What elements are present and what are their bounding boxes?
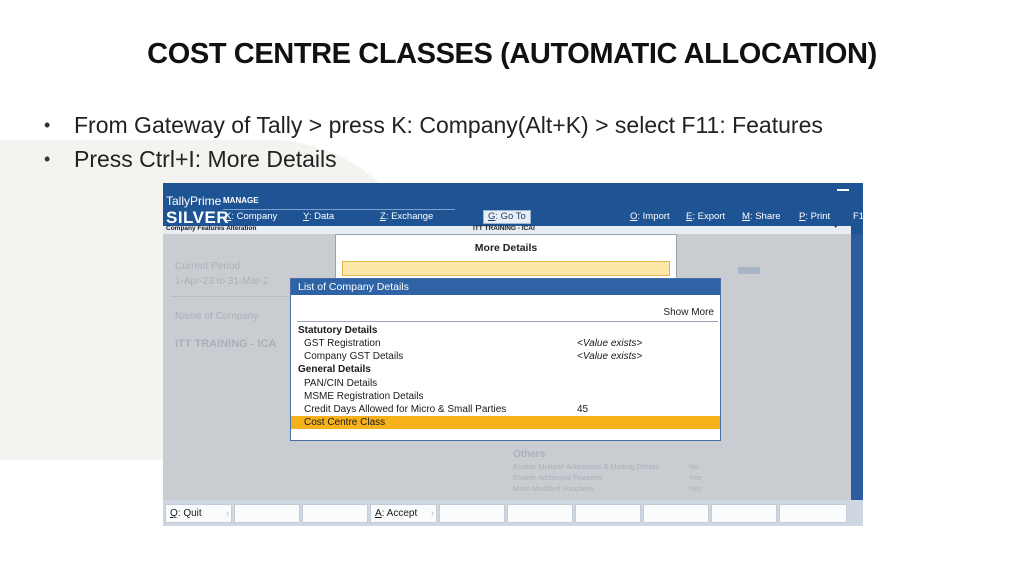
breadcrumb: Company Features Alteration xyxy=(166,225,257,232)
list-item-gst-registration[interactable]: GST Registration <Value exists> xyxy=(291,337,720,350)
list-item-msme[interactable]: MSME Registration Details xyxy=(291,390,720,403)
others-heading: Others xyxy=(513,449,546,460)
menu-goto[interactable]: G: Go To xyxy=(483,210,531,224)
menu-data[interactable]: Y: Data xyxy=(303,211,334,225)
company-value: ITT TRAINING - ICA xyxy=(175,338,277,350)
right-rail xyxy=(851,234,863,500)
function-button[interactable] xyxy=(779,504,847,523)
function-button[interactable] xyxy=(439,504,505,523)
function-button[interactable] xyxy=(507,504,573,523)
tally-sub-bar: Company Features Alteration ITT TRAINING… xyxy=(163,224,851,234)
list-item-company-gst-details[interactable]: Company GST Details <Value exists> xyxy=(291,350,720,363)
more-details-input[interactable] xyxy=(342,261,670,276)
menu-exchange[interactable]: Z: Exchange xyxy=(380,211,433,225)
tally-edition-label: MANAGE xyxy=(223,196,259,205)
other-value: Yes xyxy=(689,484,702,493)
more-details-title: More Details xyxy=(474,242,538,254)
period-label: Current Period xyxy=(175,261,241,272)
close-dot-icon[interactable]: • xyxy=(835,224,837,231)
menu-print[interactable]: P: Print xyxy=(799,211,830,225)
list-section-general: General Details xyxy=(298,364,371,375)
menu-underline xyxy=(223,209,455,210)
period-value: 1-Apr-23 to 31-Mar-2 xyxy=(175,276,269,287)
quit-button[interactable]: Q: Quit › xyxy=(165,504,232,523)
more-details-dialog: More Details xyxy=(335,234,677,282)
list-title: List of Company Details xyxy=(291,279,720,295)
menu-share[interactable]: M: Share xyxy=(742,211,781,225)
bullet-more-details: Press Ctrl+I: More Details xyxy=(44,142,823,176)
other-row: Enable Additional Features xyxy=(513,473,603,482)
menu-f1[interactable]: F1 xyxy=(853,211,863,225)
function-button[interactable] xyxy=(575,504,641,523)
list-item-cost-centre-class[interactable]: Cost Centre Class xyxy=(291,416,720,429)
other-row: Enable Multiple Addresses & Mailing Deta… xyxy=(513,462,660,471)
tally-brand: TallyPrime xyxy=(166,194,222,208)
bullet-gateway-path: From Gateway of Tally > press K: Company… xyxy=(44,108,823,142)
instruction-bullets: From Gateway of Tally > press K: Company… xyxy=(44,108,823,176)
accept-button[interactable]: A: Accept › xyxy=(370,504,437,523)
other-value: Yes xyxy=(689,473,702,482)
menu-import[interactable]: O: Import xyxy=(630,211,670,225)
menu-export[interactable]: E: Export xyxy=(686,211,725,225)
tally-window: TallyPrime MANAGE SILVER K: Company Y: D… xyxy=(163,183,863,526)
slide-title: COST CENTRE CLASSES (AUTOMATIC ALLOCATIO… xyxy=(147,38,877,70)
other-row: Mark Modified Vouchers xyxy=(513,484,594,493)
list-section-statutory: Statutory Details xyxy=(298,325,378,336)
company-label: Name of Company xyxy=(175,311,259,322)
menu-company[interactable]: K: Company xyxy=(225,211,277,225)
function-button[interactable] xyxy=(234,504,300,523)
bottom-button-bar: Q: Quit › A: Accept › xyxy=(163,500,863,526)
list-divider xyxy=(297,321,718,322)
function-button[interactable] xyxy=(643,504,709,523)
list-item-pan-cin[interactable]: PAN/CIN Details xyxy=(291,377,720,390)
list-of-company-details: List of Company Details Show More Statut… xyxy=(290,278,721,441)
minimize-icon[interactable] xyxy=(837,189,849,191)
function-button[interactable] xyxy=(711,504,777,523)
company-name-header: ITT TRAINING - ICAI xyxy=(473,225,535,232)
function-button[interactable] xyxy=(302,504,368,523)
other-value: No xyxy=(689,462,699,471)
background-field-marker xyxy=(738,267,760,274)
show-more-button[interactable]: Show More xyxy=(663,307,714,318)
list-item-credit-days[interactable]: Credit Days Allowed for Micro & Small Pa… xyxy=(291,403,720,416)
